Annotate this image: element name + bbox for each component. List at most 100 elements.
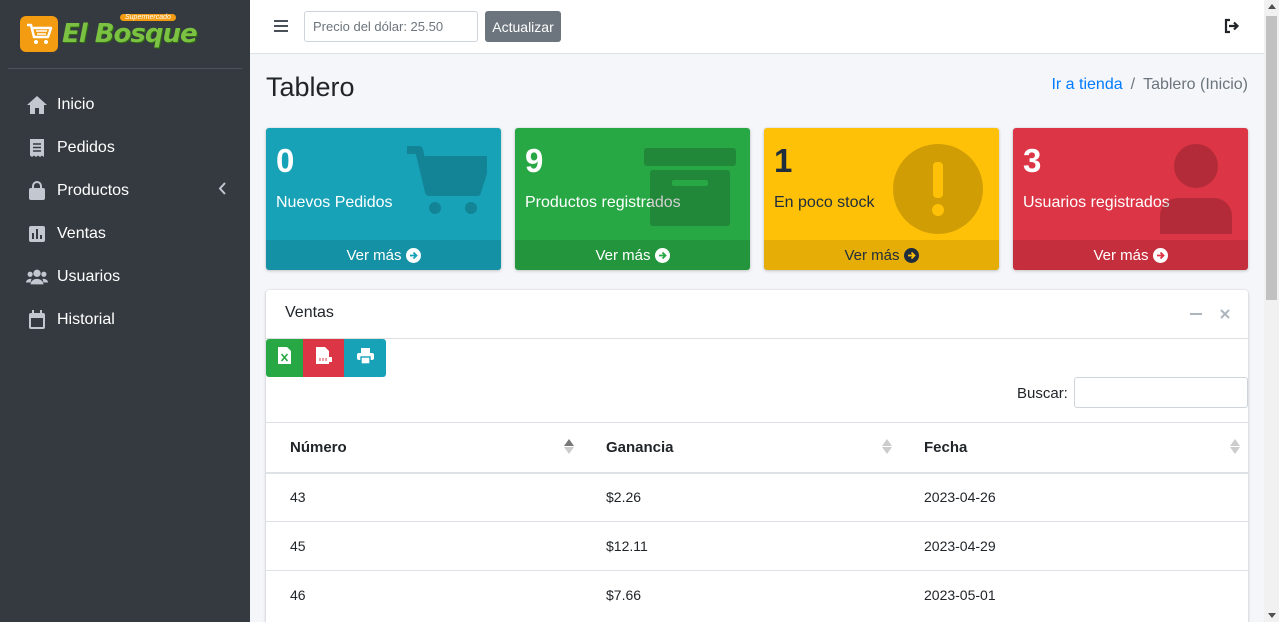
arrow-circle-right-icon — [1152, 247, 1168, 263]
box-more-label: Ver más — [595, 246, 651, 264]
registered-products-box: 9 Productos registrados Ver más — [515, 128, 750, 270]
box-more-link[interactable]: Ver más — [266, 240, 501, 270]
sales-table: Número Ganancia Fecha 43 $2.26 2023-04-2… — [266, 422, 1248, 620]
box-more-link[interactable]: Ver más — [764, 240, 999, 270]
user-icon — [1160, 142, 1232, 239]
archive-box-icon — [644, 148, 736, 233]
column-header-label: Fecha — [924, 438, 968, 456]
export-pdf-button[interactable] — [303, 339, 344, 377]
sort-icon — [1230, 439, 1240, 454]
sidebar-item-usuarios[interactable]: Usuarios — [0, 255, 250, 298]
search-label: Buscar: — [1017, 385, 1068, 402]
sidebar-item-productos[interactable]: Productos — [0, 169, 250, 212]
column-header-label: Número — [290, 438, 347, 456]
search-input[interactable] — [1074, 377, 1248, 408]
table-cell: 43 — [266, 472, 582, 522]
receipt-icon — [26, 137, 48, 159]
menu-toggle-icon[interactable] — [274, 19, 288, 38]
sales-card-title: Ventas — [285, 304, 334, 321]
box-more-label: Ver más — [844, 246, 900, 264]
shopping-bag-icon — [26, 180, 48, 202]
table-cell: 2023-04-26 — [900, 472, 1248, 522]
calendar-icon — [26, 309, 48, 331]
scroll-down-arrow-icon[interactable] — [1268, 613, 1276, 618]
shopping-cart-icon — [407, 146, 491, 223]
sidebar-item-label: Pedidos — [57, 138, 115, 156]
page-scrollbar[interactable] — [1264, 0, 1279, 622]
sort-ascending-icon — [564, 439, 574, 454]
sidebar-item-label: Ventas — [57, 224, 106, 242]
column-header-label: Ganancia — [606, 438, 674, 456]
home-icon — [26, 94, 48, 116]
arrow-circle-right-icon — [903, 247, 919, 263]
box-value: 3 — [1023, 142, 1042, 179]
export-buttons — [266, 339, 386, 377]
box-more-label: Ver más — [346, 246, 402, 264]
sidebar-item-label: Usuarios — [57, 267, 121, 285]
sales-card: Ventas Buscar: Número Ganancia Fecha 43 … — [266, 290, 1248, 622]
update-button[interactable]: Actualizar — [485, 11, 561, 42]
sidebar-item-label: Historial — [57, 310, 115, 328]
sort-icon — [882, 439, 892, 454]
table-cell: 46 — [266, 570, 582, 620]
card-tools — [1190, 306, 1230, 324]
pdf-file-icon — [315, 347, 332, 369]
table-cell: $7.66 — [582, 570, 900, 620]
sidebar-item-historial[interactable]: Historial — [0, 298, 250, 341]
arrow-circle-right-icon — [405, 247, 421, 263]
scroll-up-arrow-icon[interactable] — [1268, 4, 1276, 9]
sidebar-item-label: Inicio — [57, 95, 95, 113]
logout-icon[interactable] — [1224, 18, 1240, 39]
export-excel-button[interactable] — [266, 339, 303, 377]
exclamation-circle-icon — [893, 144, 983, 239]
chart-bar-icon — [26, 223, 48, 245]
table-header-row: Número Ganancia Fecha — [266, 422, 1248, 474]
table-cell: 2023-05-01 — [900, 570, 1248, 620]
box-more-label: Ver más — [1093, 246, 1149, 264]
box-label: Nuevos Pedidos — [276, 194, 393, 211]
chevron-left-icon — [218, 182, 226, 200]
brand-logo[interactable]: El Bosque Supermercado — [20, 14, 198, 52]
sidebar-item-pedidos[interactable]: Pedidos — [0, 126, 250, 169]
breadcrumb-store-link[interactable]: Ir a tienda — [1051, 76, 1122, 93]
close-icon[interactable] — [1220, 306, 1230, 324]
table-cell: 45 — [266, 521, 582, 571]
table-row: 43 $2.26 2023-04-26 — [266, 472, 1248, 522]
scroll-thumb[interactable] — [1266, 16, 1277, 300]
new-orders-box: 0 Nuevos Pedidos Ver más — [266, 128, 501, 270]
box-value: 0 — [276, 142, 295, 179]
box-more-link[interactable]: Ver más — [515, 240, 750, 270]
print-button[interactable] — [344, 339, 386, 377]
breadcrumb-separator: / — [1130, 76, 1136, 93]
logo-cart-icon — [20, 16, 58, 52]
dollar-price-input[interactable] — [304, 11, 478, 42]
low-stock-box: 1 En poco stock Ver más — [764, 128, 999, 270]
sidebar-nav: Inicio Pedidos Productos Ventas Usuarios… — [0, 69, 250, 341]
table-cell: $12.11 — [582, 521, 900, 571]
arrow-circle-right-icon — [654, 247, 670, 263]
brand[interactable]: El Bosque Supermercado — [8, 0, 242, 69]
table-row: 46 $7.66 2023-05-01 — [266, 570, 1248, 620]
box-label: En poco stock — [774, 194, 875, 211]
sidebar-item-inicio[interactable]: Inicio — [0, 83, 250, 126]
sidebar-item-ventas[interactable]: Ventas — [0, 212, 250, 255]
collapse-icon[interactable] — [1190, 306, 1202, 324]
box-label: Usuarios registrados — [1023, 194, 1170, 211]
column-header-fecha[interactable]: Fecha — [900, 422, 1248, 474]
box-more-link[interactable]: Ver más — [1013, 240, 1248, 270]
column-header-ganancia[interactable]: Ganancia — [582, 422, 900, 474]
table-cell: 2023-04-29 — [900, 521, 1248, 571]
brand-name: El Bosque — [62, 19, 198, 49]
sales-card-header: Ventas — [266, 290, 1248, 339]
breadcrumb: Ir a tienda / Tablero (Inicio) — [1051, 76, 1248, 94]
users-icon — [26, 266, 48, 288]
box-value: 1 — [774, 142, 793, 179]
brand-tagline: Supermercado — [120, 14, 176, 21]
column-header-numero[interactable]: Número — [266, 422, 582, 474]
breadcrumb-current: Tablero (Inicio) — [1143, 76, 1248, 93]
sidebar: El Bosque Supermercado Inicio Pedidos Pr… — [0, 0, 250, 622]
topbar: Actualizar — [250, 0, 1264, 54]
table-cell: $2.26 — [582, 472, 900, 522]
excel-file-icon — [278, 347, 291, 369]
sidebar-item-label: Productos — [57, 181, 130, 199]
